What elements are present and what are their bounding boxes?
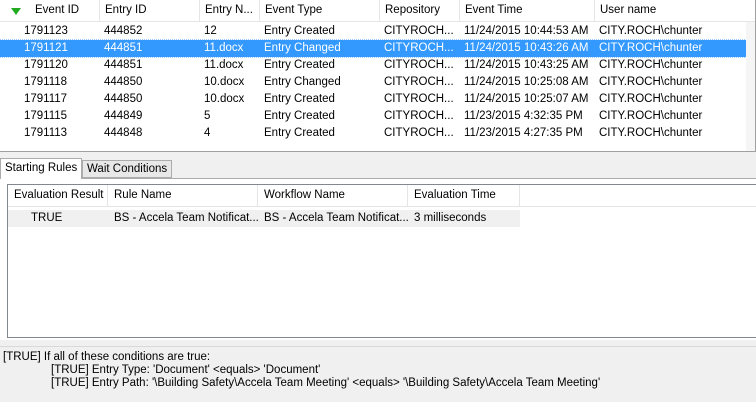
entry-name-cell: 5: [204, 110, 211, 122]
rule-row[interactable]: TRUE BS - Accela Team Notificat... BS - …: [8, 210, 520, 227]
column-header-evaluation-time[interactable]: Evaluation Time: [408, 185, 520, 207]
user-name-cell: CITY.ROCH\chunter: [599, 25, 703, 37]
user-name-cell: CITY.ROCH\chunter: [599, 42, 703, 54]
column-header-label: Workflow Name: [264, 189, 345, 201]
column-header-label: Event ID: [35, 4, 80, 16]
detail-line: [TRUE] Entry Type: 'Document' <equals> '…: [51, 364, 321, 376]
user-name-cell: CITY.ROCH\chunter: [599, 76, 703, 88]
events-grid: Event ID Entry ID Entry N... Event Type …: [0, 0, 756, 152]
column-header-event-type[interactable]: Event Type: [260, 0, 380, 22]
event-id-cell: 1791123: [24, 25, 68, 37]
column-header-label: User name: [600, 4, 657, 16]
column-header-repository[interactable]: Repository: [380, 0, 460, 22]
starting-rules-panel: Evaluation Result Rule Name Workflow Nam…: [0, 178, 756, 340]
entry-name-cell: 10.docx: [204, 93, 245, 105]
entry-name-cell: 11.docx: [204, 42, 244, 54]
column-header-label: Evaluation Time: [414, 189, 496, 201]
detail-tabs: Starting Rules Wait Conditions: [0, 156, 756, 179]
event-time-cell: 11/23/2015 4:32:35 PM: [464, 110, 583, 122]
tab-wait-conditions[interactable]: Wait Conditions: [82, 160, 173, 178]
rules-list: Evaluation Result Rule Name Workflow Nam…: [7, 184, 756, 338]
evaluation-details: [TRUE] If all of these conditions are tr…: [0, 346, 756, 402]
entry-id-cell: 444850: [104, 76, 143, 88]
event-time-cell: 11/24/2015 10:25:08 AM: [464, 76, 589, 88]
repository-cell: CITYROCH...: [384, 25, 454, 37]
rule-result: TRUE: [31, 212, 63, 224]
event-row[interactable]: 1791121 444851 11.docx Entry Changed CITYROC…: [0, 39, 747, 58]
event-time-cell: 11/23/2015 4:27:35 PM: [464, 127, 583, 139]
repository-cell: CITYROCH...: [384, 42, 454, 54]
sort-descending-icon: [11, 8, 21, 15]
column-header-event-time[interactable]: Event Time: [460, 0, 595, 22]
repository-cell: CITYROCH...: [384, 127, 454, 139]
entry-name-cell: 4: [204, 127, 211, 139]
event-row[interactable]: 1791117 444850 10.docx Entry Created CITYROC…: [0, 91, 746, 108]
column-header-label: Repository: [385, 4, 440, 16]
events-scrollbar[interactable]: [746, 22, 755, 151]
event-type-cell: Entry Created: [264, 110, 335, 122]
rules-list-header: Evaluation Result Rule Name Workflow Nam…: [8, 185, 756, 207]
event-id-cell: 1791121: [24, 42, 68, 54]
entry-id-cell: 444851: [104, 59, 143, 71]
entry-name-cell: 10.docx: [204, 76, 245, 88]
workflow-name: BS - Accela Team Notificat...: [264, 212, 408, 224]
entry-id-cell: 444852: [104, 25, 143, 37]
column-header-entry-id[interactable]: Entry ID: [100, 0, 200, 22]
event-time-cell: 11/24/2015 10:44:53 AM: [464, 25, 589, 37]
event-row[interactable]: 1791113 444848 4 Entry Created CITYROCH... 11…: [0, 125, 746, 142]
event-type-cell: Entry Created: [264, 59, 335, 71]
entry-name-cell: 12: [204, 25, 217, 37]
repository-cell: CITYROCH...: [384, 59, 454, 71]
rule-name: BS - Accela Team Notificat...: [114, 212, 258, 224]
user-name-cell: CITY.ROCH\chunter: [599, 59, 703, 71]
event-type-cell: Entry Changed: [264, 42, 341, 54]
entry-id-cell: 444850: [104, 93, 143, 105]
event-time-cell: 11/24/2015 10:25:07 AM: [464, 93, 589, 105]
event-row[interactable]: 1791115 444849 5 Entry Created CITYROCH... 11…: [0, 108, 746, 125]
user-name-cell: CITY.ROCH\chunter: [599, 110, 703, 122]
repository-cell: CITYROCH...: [384, 110, 454, 122]
column-header-label: Rule Name: [114, 189, 172, 201]
column-header-rule-name[interactable]: Rule Name: [108, 185, 258, 207]
events-grid-header: Event ID Entry ID Entry N... Event Type …: [0, 0, 755, 22]
entry-id-cell: 444848: [104, 127, 143, 139]
event-type-cell: Entry Created: [264, 25, 335, 37]
tab-starting-rules[interactable]: Starting Rules: [0, 158, 83, 179]
event-time-cell: 11/24/2015 10:43:26 AM: [464, 42, 589, 54]
event-time-cell: 11/24/2015 10:43:25 AM: [464, 59, 589, 71]
event-id-cell: 1791117: [24, 93, 68, 105]
column-header-evaluation-result[interactable]: Evaluation Result: [8, 185, 108, 207]
event-type-cell: Entry Changed: [264, 76, 341, 88]
column-header-label: Entry ID: [105, 4, 147, 16]
column-header-label: Event Time: [465, 4, 523, 16]
entry-id-cell: 444851: [104, 42, 143, 54]
entry-name-cell: 11.docx: [204, 59, 244, 71]
column-header-user-name[interactable]: User name: [595, 0, 755, 22]
event-row[interactable]: 1791123 444852 12 Entry Created CITYROCH... 1…: [0, 23, 746, 40]
repository-cell: CITYROCH...: [384, 93, 454, 105]
event-type-cell: Entry Created: [264, 127, 335, 139]
user-name-cell: CITY.ROCH\chunter: [599, 127, 703, 139]
event-row[interactable]: 1791118 444850 10.docx Entry Changed CITYROC…: [0, 74, 746, 91]
events-grid-body: 1791123 444852 12 Entry Created CITYROCH... 1…: [0, 23, 747, 142]
event-id-cell: 1791113: [24, 127, 68, 139]
event-id-cell: 1791120: [24, 59, 68, 71]
user-name-cell: CITY.ROCH\chunter: [599, 93, 703, 105]
entry-id-cell: 444849: [104, 110, 143, 122]
evaluation-time: 3 milliseconds: [414, 212, 487, 224]
column-header-label: Entry N...: [205, 4, 253, 16]
column-header-workflow-name[interactable]: Workflow Name: [258, 185, 408, 207]
event-row[interactable]: 1791120 444851 11.docx Entry Created CITYROC…: [0, 57, 746, 74]
event-id-cell: 1791118: [24, 76, 68, 88]
event-type-cell: Entry Created: [264, 93, 335, 105]
column-header-label: Evaluation Result: [14, 189, 104, 201]
column-header-label: Event Type: [265, 4, 323, 16]
detail-line: [TRUE] Entry Path: '\Building Safety\Acc…: [51, 377, 601, 389]
column-header-event-id[interactable]: Event ID: [0, 0, 100, 22]
repository-cell: CITYROCH...: [384, 76, 454, 88]
event-id-cell: 1791115: [24, 110, 68, 122]
column-header-entry-name[interactable]: Entry N...: [200, 0, 260, 22]
detail-line: [TRUE] If all of these conditions are tr…: [3, 351, 211, 363]
